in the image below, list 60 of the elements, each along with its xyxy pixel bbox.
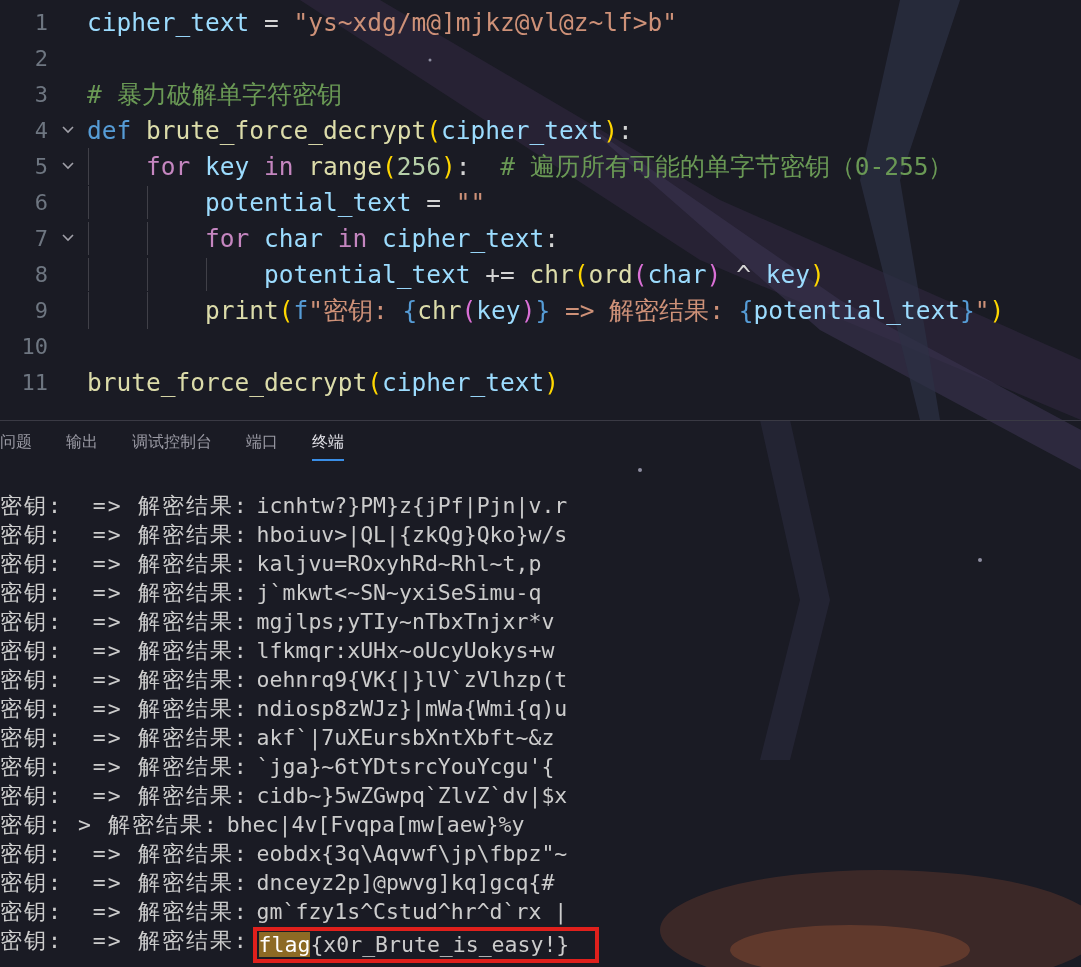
line-number: 5 — [33, 153, 48, 179]
terminal-output: ndiosp8zWJz}|mWa{Wmi{q)u — [256, 696, 568, 721]
code-line: for char in cipher_text: — [87, 223, 560, 253]
line-number: 2 — [33, 45, 48, 71]
terminal-label: 密钥: => 解密结果: — [0, 492, 249, 520]
flag-output: flag{x0r_Brute_is_easy!} — [252, 926, 600, 963]
chevron-down-icon[interactable] — [60, 233, 75, 243]
line-number: 3 — [33, 81, 48, 107]
terminal-label: 密钥: => 解密结果: — [0, 695, 249, 723]
code-line: potential_text += chr(ord(char) ^ key) — [87, 259, 825, 289]
terminal-output: bhec|4v[Fvqpa[mw[aew}%y — [226, 812, 525, 837]
panel-tab[interactable]: 端口 — [246, 432, 278, 461]
code-line: for key in range(256): # 遍历所有可能的单字节密钥（0-255） — [87, 149, 954, 183]
terminal-output: eobdx{3q\Aqvwf\jp\fbpz"~ — [256, 841, 568, 866]
line-number: 4 — [33, 117, 48, 143]
terminal-output: hboiuv>|QL|{zkQg}Qko}w/s — [256, 522, 568, 547]
terminal-output: lfkmqr:xUHx~oUcyUokys+w — [256, 638, 555, 663]
code-line: # 暴力破解单字符密钥 — [87, 78, 342, 111]
code-line: print(f"密钥: {chr(key)} => 解密结果: {potential_text}") — [87, 293, 1005, 327]
terminal-output: dnceyz2p]@pwvg]kq]gcq{# — [256, 870, 555, 895]
terminal-label: 密钥: => 解密结果: — [0, 927, 249, 955]
line-number: 8 — [33, 261, 48, 287]
terminal-label: 密钥: => 解密结果: — [0, 782, 249, 810]
terminal-label: 密钥: => 解密结果: — [0, 608, 249, 636]
line-number: 6 — [33, 189, 48, 215]
terminal-label: 密钥: => 解密结果: — [0, 521, 249, 549]
panel-tab[interactable]: 输出 — [66, 432, 98, 461]
line-number: 11 — [20, 369, 48, 395]
line-number: 1 — [33, 9, 48, 35]
code-line: potential_text = "" — [87, 187, 486, 217]
terminal-label: 密钥: => 解密结果: — [0, 666, 249, 694]
terminal-output: akf`|7uXEursbXntXbft~&z — [256, 725, 555, 750]
terminal-label: 密钥: > 解密结果: — [0, 811, 219, 839]
terminal-output: oehnrq9{VK{|}lV`zVlhzp(t — [256, 667, 568, 692]
code-line: def brute_force_decrypt(cipher_text): — [87, 115, 633, 145]
terminal-output: mgjlps;yTIy~nTbxTnjxr*v — [256, 609, 555, 634]
chevron-down-icon[interactable] — [60, 125, 75, 135]
panel-tab[interactable]: 调试控制台 — [132, 432, 212, 461]
panel-tab[interactable]: 问题 — [0, 432, 32, 461]
line-number: 9 — [33, 297, 48, 323]
terminal-label: 密钥: => 解密结果: — [0, 637, 249, 665]
terminal-label: 密钥: => 解密结果: — [0, 724, 249, 752]
terminal-label: 密钥: => 解密结果: — [0, 753, 249, 781]
panel-tab[interactable]: 终端 — [312, 432, 344, 461]
terminal-label: 密钥: => 解密结果: — [0, 550, 249, 578]
terminal-output: j`mkwt<~SN~yxiSeSimu-q — [256, 580, 542, 605]
code-line: cipher_text = "ys~xdg/m@]mjkz@vl@z~lf>b" — [87, 7, 678, 37]
terminal-output: gm`fzy1s^Cstud^hr^d`rx | — [256, 899, 568, 924]
terminal-output: icnhtw?}PM}z{jPf|Pjn|v.r — [256, 493, 568, 518]
terminal-label: 密钥: => 解密结果: — [0, 898, 249, 926]
terminal-output: cidb~}5wZGwpq`ZlvZ`dv|$x — [256, 783, 568, 808]
code-line: brute_force_decrypt(cipher_text) — [87, 367, 560, 397]
terminal-output: `jga}~6tYDtsrcYouYcgu'{ — [256, 754, 555, 779]
terminal-label: 密钥: => 解密结果: — [0, 840, 249, 868]
line-number: 10 — [20, 333, 48, 359]
terminal-label: 密钥: => 解密结果: — [0, 869, 249, 897]
line-number: 7 — [33, 225, 48, 251]
chevron-down-icon[interactable] — [60, 161, 75, 171]
terminal-output: kaljvu=ROxyhRd~Rhl~t,p — [256, 551, 542, 576]
terminal-label: 密钥: => 解密结果: — [0, 579, 249, 607]
